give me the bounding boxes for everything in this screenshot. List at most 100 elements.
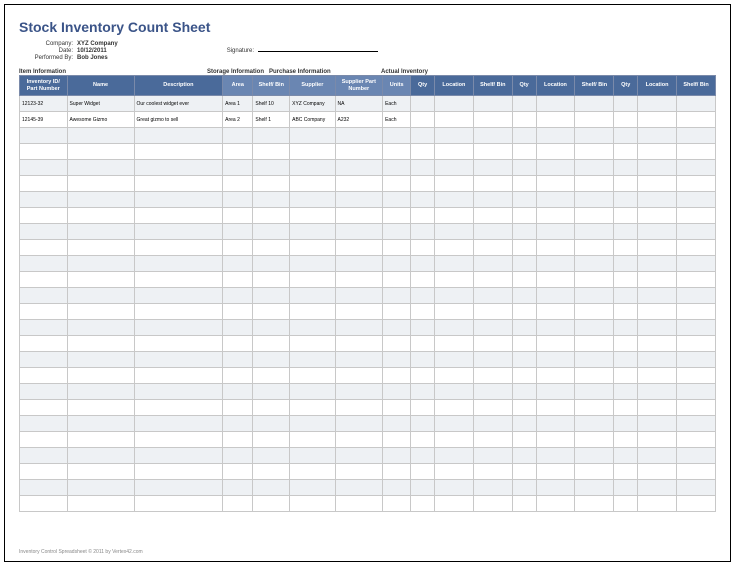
table-cell bbox=[411, 496, 435, 512]
table-cell bbox=[67, 208, 134, 224]
table-cell bbox=[20, 192, 68, 208]
table-cell bbox=[20, 384, 68, 400]
table-cell bbox=[536, 176, 575, 192]
table-cell bbox=[512, 352, 536, 368]
table-cell bbox=[512, 384, 536, 400]
table-cell bbox=[575, 336, 614, 352]
table-cell bbox=[383, 224, 411, 240]
table-cell bbox=[512, 272, 536, 288]
table-cell bbox=[253, 416, 290, 432]
table-cell: 12123-32 bbox=[20, 96, 68, 112]
table-cell bbox=[383, 176, 411, 192]
table-cell bbox=[253, 320, 290, 336]
table-cell bbox=[290, 320, 335, 336]
table-cell bbox=[411, 144, 435, 160]
table-cell bbox=[512, 432, 536, 448]
table-cell bbox=[335, 160, 383, 176]
table-cell bbox=[473, 256, 512, 272]
table-cell bbox=[223, 144, 253, 160]
section-purchase: Purchase Information bbox=[269, 69, 381, 75]
table-cell bbox=[434, 288, 473, 304]
table-cell bbox=[223, 336, 253, 352]
table-cell bbox=[614, 496, 638, 512]
table-cell bbox=[290, 400, 335, 416]
table-cell bbox=[614, 352, 638, 368]
table-cell bbox=[383, 448, 411, 464]
table-cell bbox=[575, 416, 614, 432]
th-loc-2: Location bbox=[536, 76, 575, 96]
table-row bbox=[20, 320, 716, 336]
table-cell bbox=[411, 224, 435, 240]
table-cell bbox=[411, 128, 435, 144]
table-cell bbox=[614, 144, 638, 160]
table-cell bbox=[20, 304, 68, 320]
table-cell bbox=[67, 160, 134, 176]
table-cell bbox=[614, 160, 638, 176]
table-cell bbox=[434, 336, 473, 352]
table-cell bbox=[383, 288, 411, 304]
table-cell bbox=[223, 384, 253, 400]
table-cell bbox=[512, 480, 536, 496]
table-cell bbox=[614, 480, 638, 496]
table-cell bbox=[253, 240, 290, 256]
table-cell bbox=[536, 432, 575, 448]
table-cell: Shelf 1 bbox=[253, 112, 290, 128]
table-cell bbox=[411, 288, 435, 304]
table-cell bbox=[536, 256, 575, 272]
table-cell bbox=[638, 448, 677, 464]
table-cell bbox=[67, 288, 134, 304]
table-cell bbox=[67, 352, 134, 368]
table-cell bbox=[677, 192, 716, 208]
table-cell bbox=[290, 384, 335, 400]
table-cell bbox=[290, 496, 335, 512]
table-cell: Each bbox=[383, 112, 411, 128]
table-cell bbox=[253, 208, 290, 224]
table-cell bbox=[473, 320, 512, 336]
table-cell bbox=[677, 336, 716, 352]
table-cell bbox=[253, 192, 290, 208]
table-cell bbox=[434, 128, 473, 144]
table-cell bbox=[223, 224, 253, 240]
table-cell bbox=[20, 464, 68, 480]
table-cell bbox=[335, 432, 383, 448]
table-cell bbox=[383, 320, 411, 336]
performed-label: Performed By: bbox=[19, 55, 77, 61]
table-cell bbox=[512, 368, 536, 384]
table-cell bbox=[335, 320, 383, 336]
table-cell bbox=[575, 384, 614, 400]
th-qty-2: Qty bbox=[512, 76, 536, 96]
table-row bbox=[20, 384, 716, 400]
table-cell bbox=[614, 224, 638, 240]
table-cell bbox=[434, 240, 473, 256]
table-cell bbox=[335, 384, 383, 400]
table-cell bbox=[253, 352, 290, 368]
table-cell bbox=[67, 496, 134, 512]
table-cell bbox=[20, 128, 68, 144]
table-cell bbox=[253, 288, 290, 304]
table-row bbox=[20, 448, 716, 464]
table-cell bbox=[223, 304, 253, 320]
table-cell bbox=[536, 400, 575, 416]
table-cell bbox=[638, 240, 677, 256]
table-row bbox=[20, 352, 716, 368]
th-name: Name bbox=[67, 76, 134, 96]
table-cell bbox=[575, 192, 614, 208]
th-desc: Description bbox=[134, 76, 223, 96]
table-cell bbox=[575, 224, 614, 240]
table-cell bbox=[253, 128, 290, 144]
table-cell bbox=[134, 224, 223, 240]
table-cell bbox=[512, 336, 536, 352]
table-cell bbox=[512, 112, 536, 128]
table-cell bbox=[638, 224, 677, 240]
table-cell: Each bbox=[383, 96, 411, 112]
table-cell bbox=[473, 96, 512, 112]
table-cell bbox=[134, 304, 223, 320]
table-cell: Awesome Gizmo bbox=[67, 112, 134, 128]
table-cell bbox=[223, 192, 253, 208]
table-cell bbox=[434, 416, 473, 432]
table-cell bbox=[434, 352, 473, 368]
table-cell bbox=[575, 112, 614, 128]
table-cell bbox=[411, 112, 435, 128]
table-cell bbox=[411, 384, 435, 400]
table-cell bbox=[253, 160, 290, 176]
